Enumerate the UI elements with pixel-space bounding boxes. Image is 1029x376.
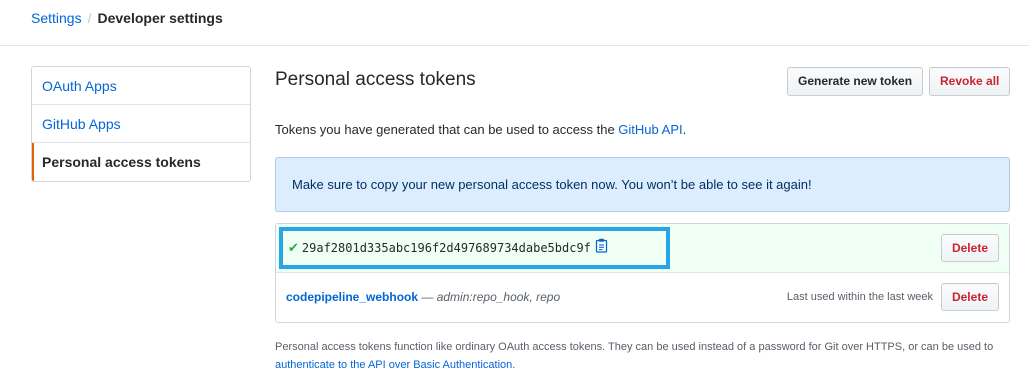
- delete-new-token-button[interactable]: Delete: [940, 234, 999, 262]
- breadcrumb-separator: /: [87, 10, 92, 26]
- github-api-link[interactable]: GitHub API: [618, 122, 682, 137]
- check-icon: ✔: [288, 240, 299, 255]
- clipboard-icon[interactable]: [595, 232, 608, 266]
- token-dash: —: [418, 290, 437, 304]
- generate-new-token-button[interactable]: Generate new token: [787, 67, 924, 96]
- new-token-row: ✔ 29af2801d335abc196f2d497689734dabe5bdc9…: [276, 224, 1009, 273]
- token-row: codepipeline_webhook — admin:repo_hook, …: [276, 273, 1009, 322]
- header-divider: [0, 45, 1029, 46]
- note-text: Personal access tokens function like ord…: [275, 341, 994, 353]
- token-list: ✔ 29af2801d335abc196f2d497689734dabe5bdc9…: [275, 223, 1010, 323]
- token-name-link[interactable]: codepipeline_webhook: [286, 290, 418, 304]
- sidebar-item-oauth-apps[interactable]: OAuth Apps: [32, 67, 250, 105]
- breadcrumb-current: Developer settings: [97, 10, 223, 26]
- token-help-note: Personal access tokens function like ord…: [275, 338, 1010, 374]
- sidebar-item-github-apps[interactable]: GitHub Apps: [32, 105, 250, 143]
- breadcrumb: Settings / Developer settings: [31, 9, 223, 27]
- intro-text: Tokens you have generated that can be us…: [275, 122, 686, 138]
- intro-text-body: Tokens you have generated that can be us…: [275, 122, 619, 137]
- revoke-all-button[interactable]: Revoke all: [929, 67, 1011, 96]
- delete-token-button[interactable]: Delete: [940, 283, 999, 311]
- sidebar-item-personal-access-tokens[interactable]: Personal access tokens: [32, 143, 250, 181]
- settings-sidebar: OAuth Apps GitHub Apps Personal access t…: [31, 66, 251, 182]
- copy-token-notice: Make sure to copy your new personal acce…: [275, 157, 1010, 212]
- page-title: Personal access tokens: [275, 69, 476, 90]
- intro-text-end: .: [682, 122, 687, 137]
- token-description: codepipeline_webhook — admin:repo_hook, …: [286, 273, 560, 322]
- token-scopes: admin:repo_hook, repo: [436, 290, 561, 304]
- token-last-used: Last used within the last week: [786, 291, 933, 303]
- note-end: .: [512, 359, 516, 371]
- breadcrumb-settings-link[interactable]: Settings: [31, 10, 82, 26]
- basic-auth-link[interactable]: authenticate to the API over Basic Authe…: [275, 359, 512, 371]
- token-value[interactable]: 29af2801d335abc196f2d497689734dabe5bdc9f: [302, 241, 591, 255]
- new-token-highlight: ✔ 29af2801d335abc196f2d497689734dabe5bdc9…: [279, 227, 670, 269]
